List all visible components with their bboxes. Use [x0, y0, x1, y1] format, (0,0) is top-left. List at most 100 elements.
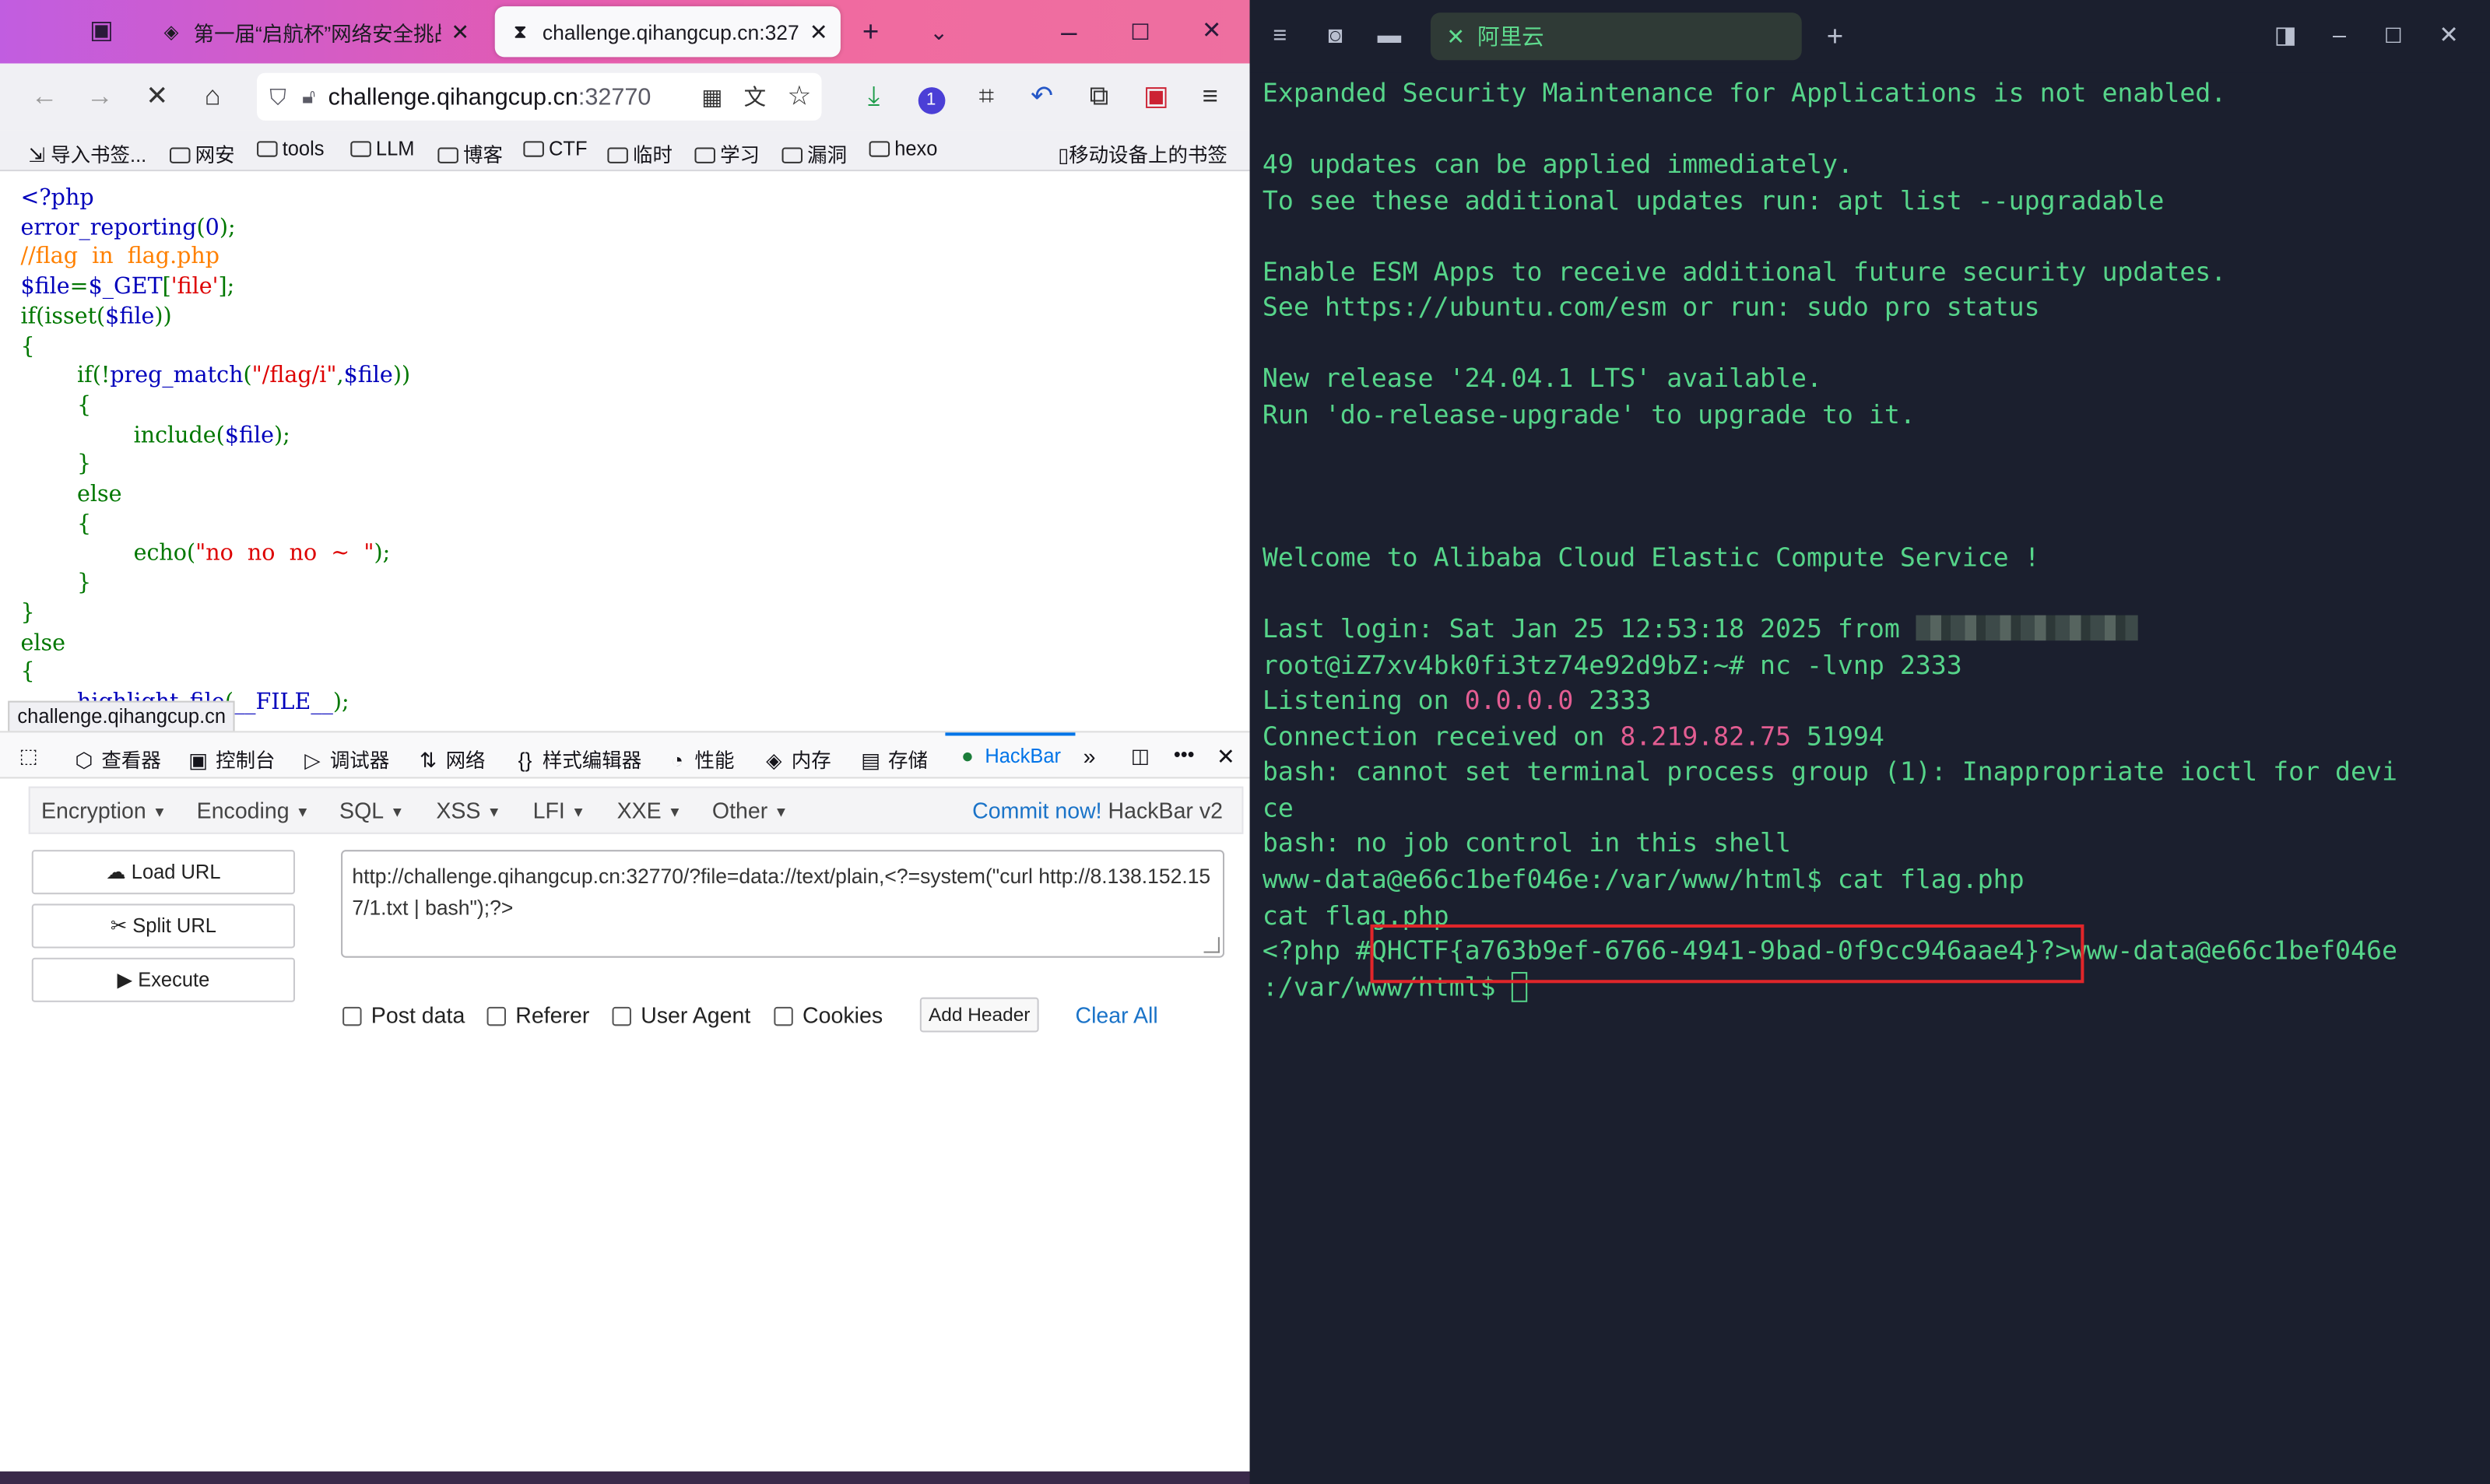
execute-button[interactable]: ▶ Execute	[31, 957, 295, 1002]
bookmark-star-icon[interactable]: ☆	[780, 79, 818, 114]
code-line: }	[20, 451, 1241, 480]
clear-all-link[interactable]: Clear All	[1075, 1002, 1157, 1028]
maximize-icon[interactable]: ☐	[1119, 12, 1163, 51]
extension-badge[interactable]: 1	[912, 79, 950, 114]
bookmark-folder[interactable]: 学习	[694, 138, 760, 168]
checkbox[interactable]	[774, 1006, 793, 1026]
bookmark-folder[interactable]: CTF	[523, 138, 588, 160]
bookmark-folder[interactable]: 网安	[170, 138, 235, 168]
menu-xxe[interactable]: XXE ▼	[617, 798, 682, 823]
terminal-text: bash: cannot set terminal process group …	[1262, 756, 2397, 788]
home-icon[interactable]: ⌂	[194, 79, 232, 114]
resize-grip-icon[interactable]	[1203, 937, 1220, 953]
new-tab-icon[interactable]: +	[1817, 19, 1853, 54]
element-picker-icon[interactable]: ⬚	[19, 744, 37, 768]
menu-encoding[interactable]: Encoding ▼	[197, 798, 310, 823]
download-icon[interactable]: ⤓	[855, 79, 893, 114]
post-data-checkbox[interactable]: Post data	[342, 1002, 465, 1027]
code-token: else	[20, 482, 122, 508]
referer-checkbox[interactable]: Referer	[486, 1002, 589, 1027]
devtools-tab-performance[interactable]: ◔ 性能	[666, 744, 734, 774]
bookmark-folder[interactable]: 博客	[437, 138, 503, 168]
translate-icon[interactable]: 文	[736, 79, 774, 114]
devtools-tab-hackbar[interactable]: ● HackBar	[957, 744, 1061, 768]
close-devtools-icon[interactable]: ✕	[1217, 744, 1235, 771]
tab-qihangcup-home[interactable]: ◈ 第一届“启航杯”网络安全挑战赛 ✕	[146, 6, 482, 57]
bookmark-folder[interactable]: 漏洞	[781, 138, 847, 168]
tab-overview-icon[interactable]: ▣	[79, 12, 124, 51]
terminal-text: 2333	[1573, 685, 1652, 716]
folder-icon[interactable]: ▬	[1372, 19, 1407, 54]
close-window-icon[interactable]: ✕	[2432, 19, 2467, 54]
tab-challenge[interactable]: ⧗ challenge.qihangcup.cn:3277 ✕	[494, 6, 841, 58]
forward-icon[interactable]: →	[81, 79, 119, 114]
shield-icon[interactable]: ⛉	[269, 83, 286, 111]
close-window-icon[interactable]: ✕	[1189, 12, 1234, 51]
close-tab-icon[interactable]: ✕	[1446, 24, 1465, 50]
status-link-preview: challenge.qihangcup.cn	[8, 700, 236, 733]
more-tabs-chevron-icon[interactable]: »	[1083, 744, 1096, 770]
cookies-checkbox[interactable]: Cookies	[774, 1002, 883, 1027]
hamburger-menu-icon[interactable]: ≡	[1263, 19, 1298, 54]
tab-list-chevron-down-icon[interactable]: ⌄	[917, 12, 961, 51]
extensions-puzzle-icon[interactable]: ⧉	[1080, 79, 1119, 114]
minimize-icon[interactable]: –	[1047, 12, 1091, 51]
back-icon[interactable]: ←	[26, 79, 64, 114]
menu-lfi[interactable]: LFI ▼	[533, 798, 586, 823]
bookmark-folder[interactable]: 临时	[607, 138, 673, 168]
devtools-tab-network[interactable]: ⇅ 网络	[417, 744, 485, 774]
undo-icon[interactable]: ↶	[1023, 79, 1061, 114]
insecure-lock-icon[interactable]: 🔓︎	[302, 84, 315, 110]
hackbar-url-textarea[interactable]: http://challenge.qihangcup.cn:32770/?fil…	[341, 850, 1225, 958]
checkbox[interactable]	[612, 1006, 631, 1026]
devtools-tab-style-editor[interactable]: {} 样式编辑器	[514, 744, 642, 774]
terminal-tab-aliyun[interactable]: ✕ 阿里云	[1430, 12, 1802, 61]
folder-icon	[257, 141, 278, 157]
crop-icon[interactable]: ⌗	[968, 79, 1006, 114]
devtools-tab-console[interactable]: ▣ 控制台	[187, 744, 275, 774]
close-tab-icon[interactable]: ✕	[810, 18, 828, 45]
devtools-tab-debugger[interactable]: ▷ 调试器	[301, 744, 389, 774]
add-header-button[interactable]: Add Header	[919, 997, 1039, 1033]
maximize-icon[interactable]: ☐	[2376, 19, 2411, 54]
checkbox[interactable]	[486, 1006, 506, 1026]
devtools-tab-storage[interactable]: ▤ 存储	[859, 744, 928, 774]
dock-side-icon[interactable]: ◫	[1131, 744, 1150, 768]
app-menu-icon[interactable]: ≡	[1191, 79, 1229, 114]
code-token: $file	[20, 274, 70, 300]
terminal-text: 0.0.0.0	[1464, 685, 1574, 716]
split-url-button[interactable]: ✂ Split URL	[31, 903, 295, 949]
devtools-tab-memory[interactable]: ◈ 内存	[763, 744, 831, 774]
bookmark-folder[interactable]: tools	[257, 138, 324, 160]
split-panel-icon[interactable]: ◨	[2268, 19, 2303, 54]
bookmark-folder[interactable]: hexo	[869, 138, 937, 160]
bookmark-import[interactable]: ⇲ 导入书签...	[29, 138, 147, 168]
minimize-icon[interactable]: –	[2322, 19, 2357, 54]
load-url-button[interactable]: ☁ Load URL	[31, 850, 295, 895]
bookmark-folder[interactable]: LLM	[350, 138, 414, 160]
close-tab-icon[interactable]: ✕	[451, 18, 469, 45]
qr-code-icon[interactable]: ▦	[693, 79, 731, 114]
checkbox[interactable]	[342, 1006, 362, 1026]
code-token: $file	[105, 303, 155, 330]
code-line: }	[20, 599, 1241, 629]
more-options-icon[interactable]: •••	[1174, 744, 1195, 767]
menu-xss[interactable]: XSS ▼	[436, 798, 500, 823]
mobile-bookmarks[interactable]: ▯移动设备上的书签	[1058, 138, 1227, 168]
code-token: }	[20, 600, 35, 626]
menu-sql[interactable]: SQL ▼	[339, 798, 404, 823]
session-icon[interactable]: ◙	[1318, 19, 1353, 54]
terminal-output[interactable]: Expanded Security Maintenance for Applic…	[1263, 76, 2484, 1005]
code-token: {	[20, 393, 92, 419]
devtools-tab-inspector[interactable]: ⬡ 查看器	[73, 744, 160, 774]
user-agent-checkbox[interactable]: User Agent	[612, 1002, 750, 1027]
commit-link[interactable]: Commit now! HackBar v2	[972, 798, 1223, 823]
profile-avatar-icon[interactable]: ▣	[1137, 79, 1175, 114]
folder-icon	[607, 147, 628, 163]
stop-loading-icon[interactable]: ✕	[138, 79, 176, 114]
menu-encryption[interactable]: Encryption ▼	[41, 798, 167, 823]
code-token: //flag in flag.php	[20, 244, 220, 271]
new-tab-icon[interactable]: +	[848, 12, 893, 51]
menu-other[interactable]: Other ▼	[712, 798, 788, 823]
